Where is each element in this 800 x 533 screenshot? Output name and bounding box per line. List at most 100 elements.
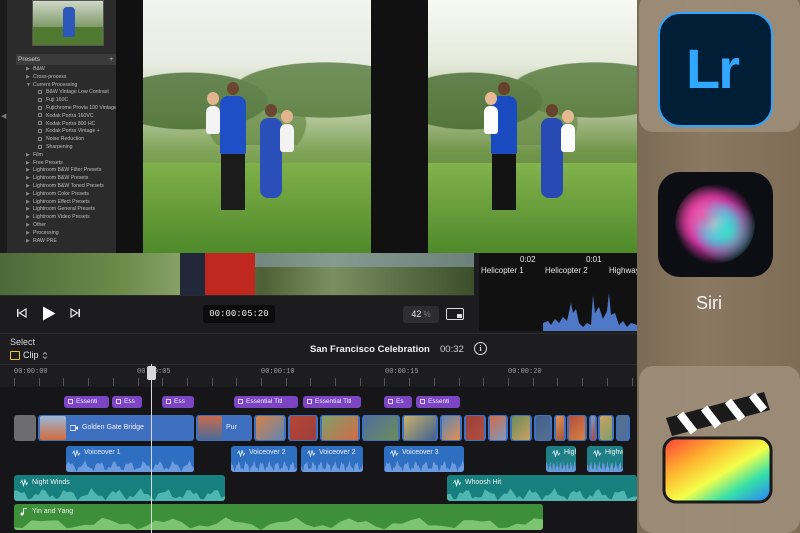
gap-clip[interactable] [14, 415, 36, 441]
audio-clip-name[interactable]: Highway [609, 266, 637, 275]
music-clip[interactable]: Yin and Yang [14, 504, 543, 530]
timecode-display[interactable]: 00:00:05:20 [203, 305, 275, 323]
disclosure-closed-icon[interactable]: ▶ [26, 230, 33, 238]
title-clip[interactable]: Ess [162, 396, 194, 408]
skip-forward-icon[interactable] [70, 308, 80, 318]
video-clip[interactable] [440, 415, 462, 441]
title-clip[interactable]: Essenti [416, 396, 460, 408]
waveform [587, 460, 623, 472]
video-clip[interactable] [534, 415, 552, 441]
video-clip[interactable] [288, 415, 318, 441]
video-clip[interactable] [362, 415, 400, 441]
info-icon[interactable]: i [474, 342, 487, 355]
audio-clip-name[interactable]: Helicopter 1 [481, 266, 524, 275]
video-clip[interactable] [488, 415, 508, 441]
add-preset-icon[interactable]: + [109, 56, 113, 63]
disclosure-closed-icon[interactable]: ▶ [26, 214, 33, 222]
music-clip[interactable]: Night Winds [14, 475, 225, 501]
preset-item[interactable]: ▶ RAW PRE [16, 238, 116, 246]
preset-item[interactable]: ▶ Film [16, 152, 116, 160]
presets-header[interactable]: Presets + [16, 54, 116, 65]
clip-selector[interactable]: Clip [10, 350, 48, 360]
disclosure-closed-icon[interactable]: ▶ [26, 66, 33, 74]
video-clip[interactable] [254, 415, 286, 441]
voiceover-clip[interactable]: Voiceover 2 [231, 446, 297, 472]
preset-item[interactable]: ▶ Lightroom B&W Toned Presets [16, 183, 116, 191]
preset-item[interactable]: ▶ Lightroom Video Presets [16, 214, 116, 222]
video-clip[interactable]: Pur [196, 415, 252, 441]
disclosure-closed-icon[interactable]: ▶ [26, 191, 33, 199]
play-icon[interactable] [42, 306, 56, 321]
playhead[interactable] [151, 364, 152, 533]
audio-clip-name[interactable]: Helicopter 2 [545, 266, 588, 275]
preset-item[interactable]: ▶ B&W [16, 66, 116, 74]
disclosure-closed-icon[interactable]: ▶ [26, 199, 33, 207]
preset-item[interactable]: Fuji 160C [16, 97, 116, 105]
preset-item[interactable]: Kodak Portra 160VC [16, 113, 116, 121]
voiceover-clip[interactable]: High [546, 446, 576, 472]
video-clip[interactable] [589, 415, 597, 441]
disclosure-closed-icon[interactable]: ▶ [26, 206, 33, 214]
video-clip[interactable] [510, 415, 532, 441]
panel-collapse-strip[interactable]: ◀ [0, 0, 8, 253]
video-clip[interactable] [616, 415, 630, 441]
title-clip[interactable]: Es [384, 396, 412, 408]
preset-item[interactable]: ▶ Cross-process [16, 74, 116, 82]
disclosure-closed-icon[interactable]: ▶ [26, 175, 33, 183]
final-cut-app-icon[interactable] [660, 388, 775, 506]
preset-item[interactable]: ▶ Lightroom Color Presets [16, 191, 116, 199]
voiceover-clip[interactable]: Highw [587, 446, 623, 472]
disclosure-closed-icon[interactable]: ▶ [26, 222, 33, 230]
siri-app-icon[interactable] [658, 172, 773, 277]
title-clip[interactable]: Essential Titl [234, 396, 298, 408]
lightroom-app-icon[interactable]: Lr [658, 12, 773, 127]
preset-item[interactable]: ▶ Other [16, 222, 116, 230]
preset-item[interactable]: Sharpening [16, 144, 116, 152]
navigator-thumbnail[interactable] [32, 0, 104, 46]
preset-item[interactable]: ▶ Lightroom B&W Filter Presets [16, 167, 116, 175]
disclosure-closed-icon[interactable]: ▶ [26, 238, 33, 246]
video-clip[interactable] [567, 415, 587, 441]
preset-item[interactable]: ▶ Lightroom General Presets [16, 206, 116, 214]
video-clip[interactable] [464, 415, 486, 441]
preset-item[interactable]: B&W Vintage Low Contrast [16, 89, 116, 97]
voiceover-clip[interactable]: Voiceover 2 [301, 446, 363, 472]
video-clip[interactable] [598, 415, 614, 441]
disclosure-closed-icon[interactable]: ▶ [26, 183, 33, 191]
preset-item[interactable]: ▶ Lightroom Effect Presets [16, 199, 116, 207]
ruler-tick [212, 378, 213, 386]
preset-item[interactable]: ▶ Lightroom B&W Presets [16, 175, 116, 183]
video-clip[interactable] [402, 415, 438, 441]
playhead-handle[interactable] [147, 366, 156, 380]
zoom-level[interactable]: 42% [403, 306, 439, 323]
voiceover-clip[interactable]: Voiceover 3 [384, 446, 464, 472]
disclosure-open-icon[interactable]: ▼ [26, 82, 33, 90]
title-clip[interactable]: Ess [112, 396, 142, 408]
preset-item[interactable]: Fujichrome Provia 100 Vintage [16, 105, 116, 113]
screen: ◀ Presets + ▶ B&W ▶ Cross-process ▼ Current P… [0, 0, 800, 533]
viewer-image [0, 253, 474, 295]
skip-back-icon[interactable] [17, 308, 27, 318]
voiceover-clip[interactable]: Voiceover 1 [66, 446, 194, 472]
select-label[interactable]: Select [10, 337, 35, 347]
video-clip[interactable] [554, 415, 566, 441]
preset-item[interactable]: ▶ Free Presets [16, 160, 116, 168]
title-clip[interactable]: Essential Titl [303, 396, 361, 408]
preset-item[interactable]: Noise Reduction [16, 136, 116, 144]
disclosure-closed-icon[interactable]: ▶ [26, 160, 33, 168]
video-clip[interactable] [320, 415, 360, 441]
preset-item[interactable]: Kodak Portra Vintage + [16, 128, 116, 136]
disclosure-closed-icon[interactable]: ▶ [26, 74, 33, 82]
preset-item[interactable]: ▶ Processing [16, 230, 116, 238]
preset-item[interactable]: ▼ Current Processing [16, 82, 116, 90]
timeline-ruler[interactable]: 00:00:0000:00:0500:00:1000:00:1500:00:20 [0, 364, 637, 386]
title-clip[interactable]: Essenti [64, 396, 109, 408]
primary-video-clip[interactable]: Golden Gate Bridge [38, 415, 194, 441]
view-options-icon[interactable] [446, 308, 464, 320]
collapse-left-icon[interactable]: ◀ [1, 112, 6, 120]
preset-item[interactable]: Kodak Portra 800 HC [16, 121, 116, 129]
clip-thumbnail [618, 416, 628, 440]
music-clip[interactable]: Whoosh Hit [447, 475, 637, 501]
disclosure-closed-icon[interactable]: ▶ [26, 167, 33, 175]
disclosure-closed-icon[interactable]: ▶ [26, 152, 33, 160]
